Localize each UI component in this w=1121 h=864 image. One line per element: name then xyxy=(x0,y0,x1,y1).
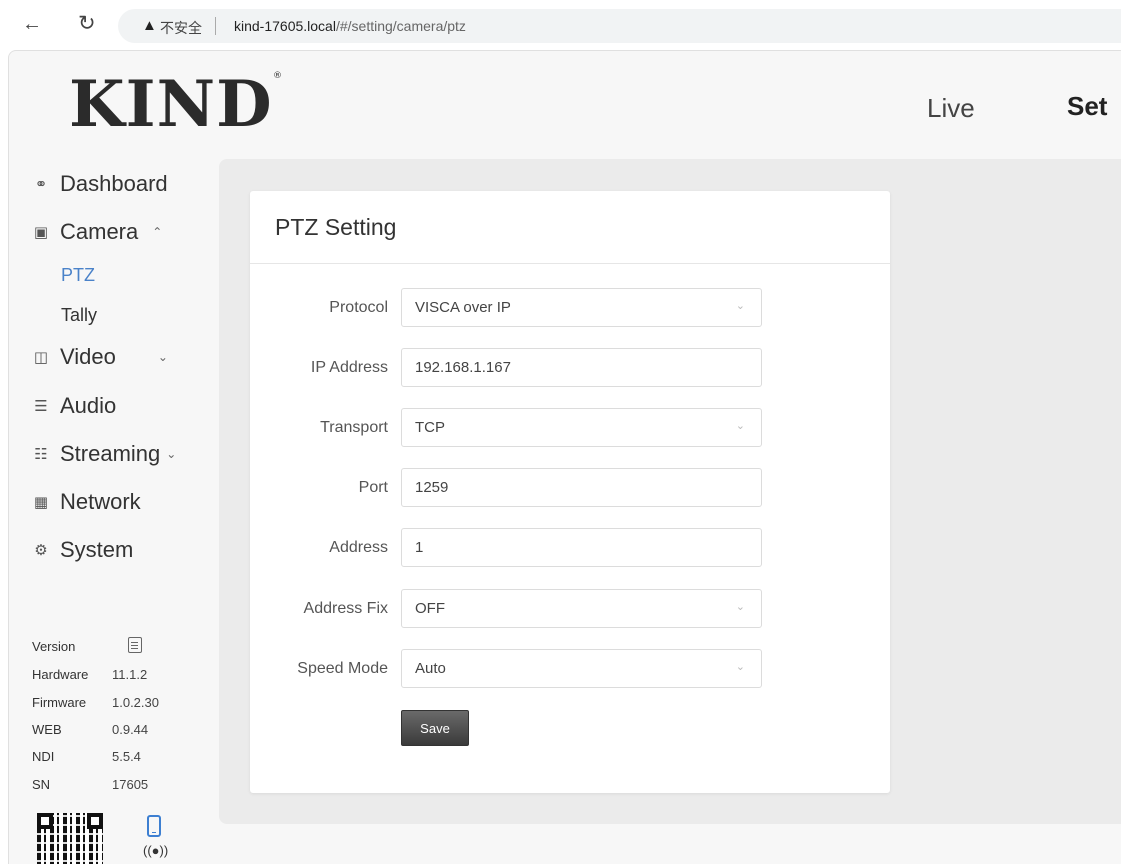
sidebar-subitem-tally[interactable]: Tally xyxy=(61,305,97,326)
version-value: 0.9.44 xyxy=(112,722,149,737)
wireless-signal-icon: ((●)) xyxy=(143,843,169,858)
qr-finder-pattern xyxy=(87,813,103,829)
chevron-down-icon: ⌄ xyxy=(157,350,168,364)
transport-row: Transport TCP ⌄ xyxy=(250,408,890,448)
address-input[interactable] xyxy=(401,528,762,567)
nav-live[interactable]: Live xyxy=(927,93,975,124)
ip-address-input[interactable] xyxy=(401,348,762,387)
version-value: 5.5.4 xyxy=(112,749,141,764)
speed-mode-label: Speed Mode xyxy=(297,660,388,677)
port-input[interactable] xyxy=(401,468,762,507)
sidebar-label-video: Video xyxy=(60,344,116,369)
sidebar-label-system: System xyxy=(60,537,134,562)
address-label: Address xyxy=(329,539,388,556)
transport-label: Transport xyxy=(320,419,388,436)
gear-icon: ⚙ xyxy=(34,542,48,559)
sidebar-item-dashboard[interactable]: ⚭ Dashboard xyxy=(31,169,168,199)
ip-address-row: IP Address xyxy=(250,348,890,388)
warning-icon: ▲ xyxy=(142,17,157,34)
kind-logo: KIND xyxy=(69,67,273,142)
streaming-icon: ☷ xyxy=(34,446,48,463)
speed-mode-value: Auto xyxy=(415,660,446,677)
ip-address-label: IP Address xyxy=(310,359,388,376)
address-fix-value: OFF xyxy=(415,600,445,617)
network-icon: ▦ xyxy=(33,494,49,511)
version-value: 1.0.2.30 xyxy=(112,695,159,710)
sidebar-label-network: Network xyxy=(60,489,141,514)
address-row: Address xyxy=(250,528,890,568)
audio-mixer-icon: ☰ xyxy=(34,398,48,415)
sidebar-subitem-ptz[interactable]: PTZ xyxy=(61,265,95,286)
version-key: Firmware xyxy=(32,695,87,710)
registered-mark: ® xyxy=(273,71,282,81)
chevron-up-icon: ⌃ xyxy=(152,225,163,239)
protocol-select[interactable]: VISCA over IP ⌄ xyxy=(401,288,762,327)
chevron-down-icon: ⌄ xyxy=(735,601,745,613)
speed-mode-row: Speed Mode Auto ⌄ xyxy=(250,649,890,689)
camera-icon: ▣ xyxy=(33,224,49,241)
phone-icon[interactable] xyxy=(147,815,161,837)
sidebar-label-audio: Audio xyxy=(60,393,117,418)
chevron-down-icon: ⌄ xyxy=(735,420,745,432)
qr-finder-pattern xyxy=(37,813,53,829)
transport-select[interactable]: TCP ⌄ xyxy=(401,408,762,447)
sidebar-item-audio[interactable]: ☰ Audio xyxy=(31,391,116,421)
address-separator xyxy=(215,17,216,35)
sidebar-item-video[interactable]: ◫ Video ⌄ xyxy=(31,342,168,372)
chevron-down-icon: ⌄ xyxy=(735,661,745,673)
address-bar[interactable]: ▲ 不安全 kind-17605.local/#/setting/camera/… xyxy=(118,9,1121,43)
ptz-setting-card: PTZ Setting Protocol VISCA over IP ⌄ IP … xyxy=(250,191,890,793)
address-fix-label: Address Fix xyxy=(303,600,388,617)
reload-icon[interactable]: ↻ xyxy=(78,13,96,34)
sidebar-label-camera: Camera xyxy=(60,219,139,244)
chevron-down-icon: ⌄ xyxy=(166,447,177,461)
video-icon: ◫ xyxy=(33,349,49,366)
url-path: /#/setting/camera/ptz xyxy=(335,18,466,34)
app-page: KIND ® Live Set ⚭ Dashboard ▣ Camera ⌃ P… xyxy=(8,50,1121,864)
save-button[interactable]: Save xyxy=(401,710,469,746)
url-text[interactable]: kind-17605.local/#/setting/camera/ptz xyxy=(234,18,466,34)
copy-icon[interactable] xyxy=(128,637,142,653)
port-label: Port xyxy=(358,479,388,496)
page-title: PTZ Setting xyxy=(275,214,397,240)
sidebar-item-system[interactable]: ⚙ System xyxy=(31,535,133,565)
protocol-label: Protocol xyxy=(329,299,388,316)
speed-mode-select[interactable]: Auto ⌄ xyxy=(401,649,762,688)
port-row: Port xyxy=(250,468,890,508)
version-key: WEB xyxy=(32,722,62,737)
back-arrow-icon[interactable]: ← xyxy=(22,14,42,34)
address-fix-row: Address Fix OFF ⌄ xyxy=(250,589,890,629)
version-key: SN xyxy=(32,777,51,792)
transport-value: TCP xyxy=(415,419,445,436)
version-value: 17605 xyxy=(112,777,149,792)
browser-toolbar: ← ↻ ▲ 不安全 kind-17605.local/#/setting/cam… xyxy=(0,0,1121,50)
url-host: kind-17605.local xyxy=(234,18,336,34)
sidebar-label-streaming: Streaming xyxy=(60,441,161,466)
sidebar-label-dashboard: Dashboard xyxy=(60,171,168,196)
card-header: PTZ Setting xyxy=(250,191,890,264)
protocol-row: Protocol VISCA over IP ⌄ xyxy=(250,288,890,328)
qr-code-icon xyxy=(37,813,103,864)
protocol-value: VISCA over IP xyxy=(415,299,511,316)
security-warning[interactable]: 不安全 xyxy=(160,18,202,38)
dashboard-icon: ⚭ xyxy=(34,176,48,193)
sidebar-item-streaming[interactable]: ☷ Streaming ⌄ xyxy=(31,439,176,469)
address-fix-select[interactable]: OFF ⌄ xyxy=(401,589,762,628)
version-key: Hardware xyxy=(32,667,89,682)
version-title: Version xyxy=(32,639,76,654)
sidebar-item-network[interactable]: ▦ Network xyxy=(31,487,141,517)
version-value: 11.1.2 xyxy=(112,667,148,682)
sidebar-item-camera[interactable]: ▣ Camera ⌃ xyxy=(31,217,162,247)
nav-settings[interactable]: Set xyxy=(1067,91,1107,122)
version-key: NDI xyxy=(32,749,55,764)
chevron-down-icon: ⌄ xyxy=(735,300,745,312)
